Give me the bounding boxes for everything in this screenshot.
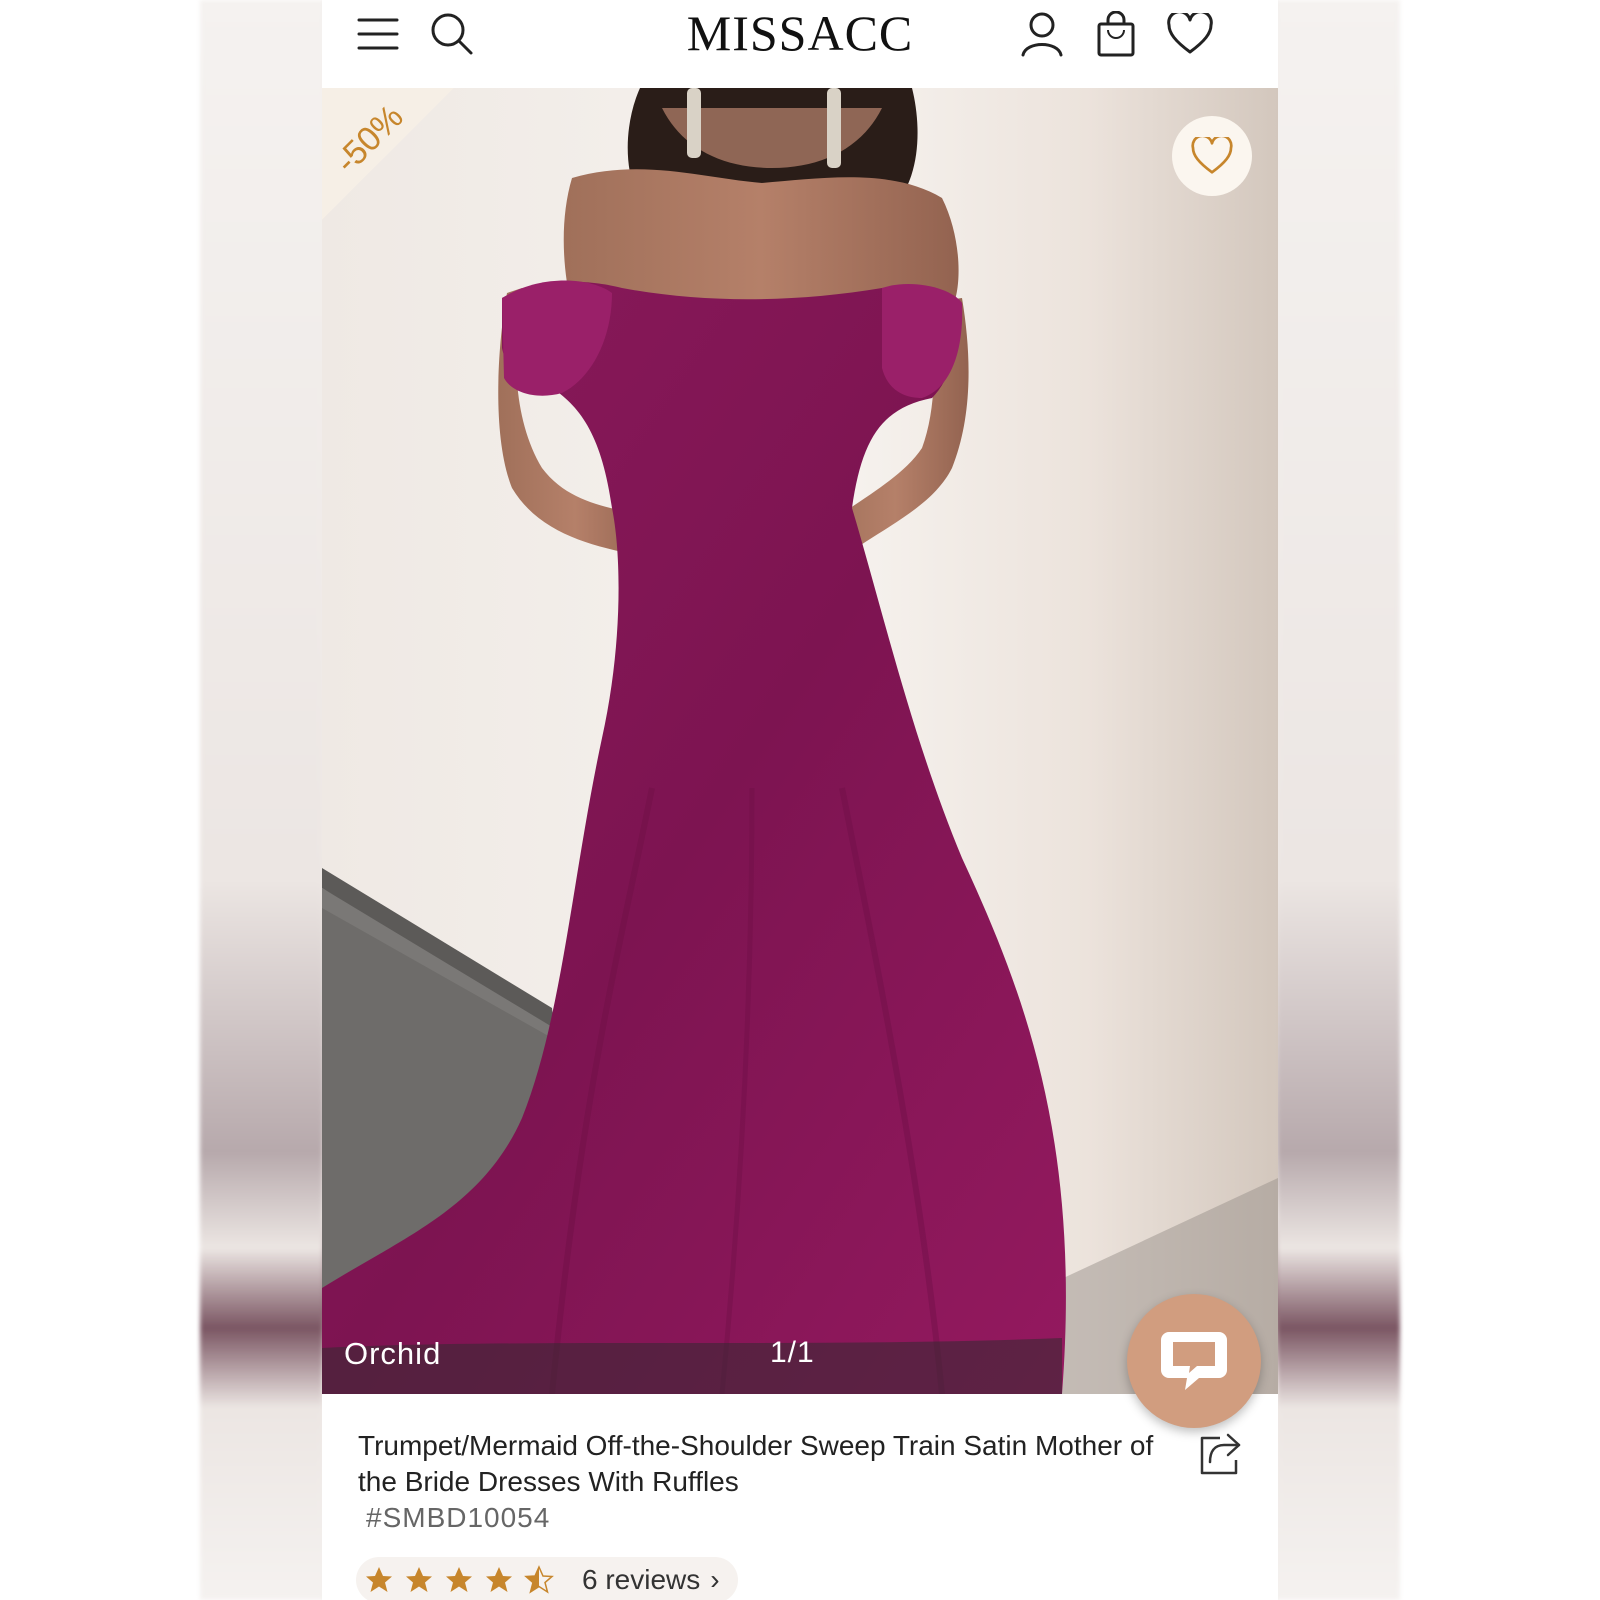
star-full-icon [366, 1567, 392, 1592]
add-to-wishlist-button[interactable] [1172, 116, 1252, 196]
wishlist-icon[interactable] [1166, 10, 1214, 58]
chevron-right-icon: › [710, 1564, 720, 1595]
product-sku: #SMBD10054 [366, 1502, 551, 1533]
rating-summary[interactable]: 6 reviews › [356, 1557, 738, 1600]
chat-bubble-icon [1161, 1332, 1227, 1390]
image-counter: 1/1 [770, 1336, 815, 1369]
share-icon[interactable] [1198, 1432, 1242, 1476]
star-half-icon [524, 1565, 554, 1594]
product-page: MISSACC -50% Orchid 1/1 Trumpet/Mermaid … [322, 0, 1278, 1600]
account-icon[interactable] [1018, 10, 1066, 58]
product-image[interactable]: -50% Orchid 1/1 [322, 88, 1278, 1394]
product-title: Trumpet/Mermaid Off-the-Shoulder Sweep T… [358, 1430, 1154, 1497]
bag-icon[interactable] [1092, 10, 1140, 58]
chat-button[interactable] [1127, 1294, 1261, 1428]
color-label: Orchid [344, 1336, 442, 1371]
star-full-icon [486, 1567, 512, 1592]
reviews-link[interactable]: 6 reviews [582, 1564, 700, 1596]
heart-icon [1191, 137, 1233, 174]
dress-photo [322, 88, 1278, 1394]
star-full-icon [446, 1567, 472, 1592]
top-header: MISSACC [322, 0, 1278, 88]
star-full-icon [406, 1567, 432, 1592]
